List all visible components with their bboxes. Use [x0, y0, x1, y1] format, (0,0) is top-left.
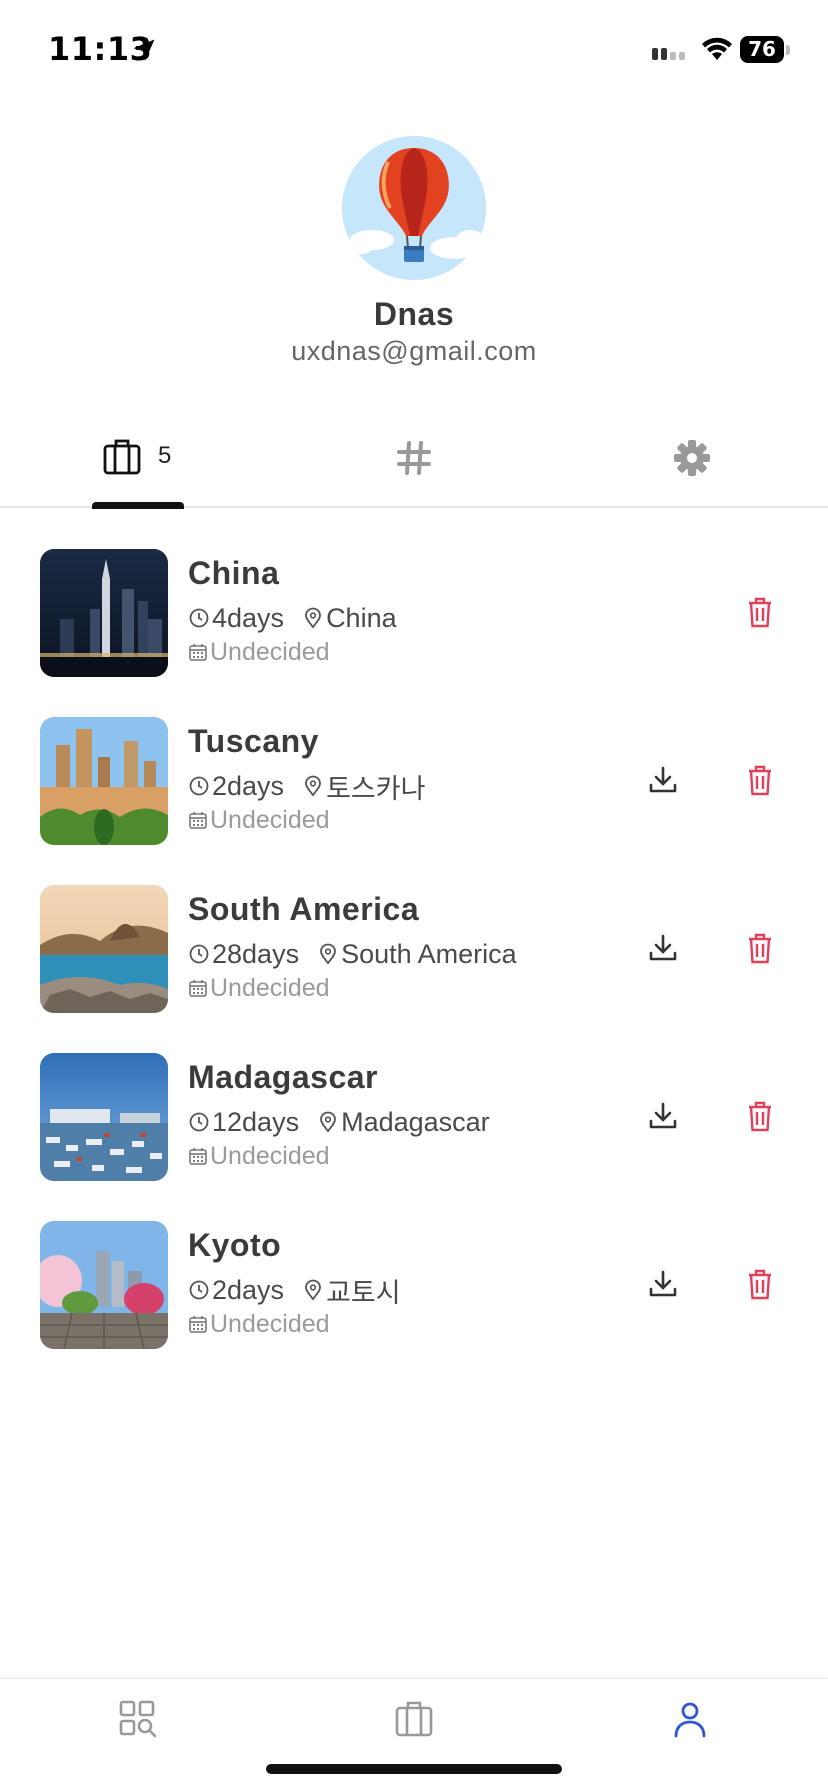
explore-grid-icon[interactable]	[118, 1699, 158, 1739]
trip-location: 교토시	[326, 1277, 401, 1308]
trip-thumbnail	[40, 717, 168, 845]
location-pin-icon	[320, 943, 336, 965]
battery-cap	[786, 45, 790, 55]
hashtag-icon	[397, 441, 431, 475]
location-pin-icon	[305, 1279, 321, 1301]
location-arrow-icon	[133, 39, 155, 61]
download-icon[interactable]	[648, 765, 678, 795]
kyoto-blossom-image	[40, 1221, 168, 1349]
home-indicator	[266, 1764, 562, 1774]
trip-title: Tuscany	[188, 723, 319, 759]
trip-meta: 4days China	[188, 603, 397, 633]
delete-trash-icon[interactable]	[746, 931, 774, 965]
trip-date-label: Undecided	[210, 805, 330, 834]
delete-trash-icon[interactable]	[746, 763, 774, 797]
calendar-icon	[189, 812, 207, 829]
suitcase-icon[interactable]	[394, 1699, 434, 1739]
tab-trips[interactable]: 5	[92, 420, 184, 509]
wifi-icon	[702, 37, 732, 60]
trip-location: Madagascar	[341, 1106, 490, 1137]
clock-icon	[189, 1280, 209, 1300]
trip-duration: 2days	[212, 1274, 285, 1305]
battery-indicator: 76	[740, 36, 790, 63]
tab-tags[interactable]	[390, 420, 438, 508]
bottom-nav	[0, 1678, 828, 1792]
trip-thumbnail	[40, 1221, 168, 1349]
cellular-signal-icon	[652, 48, 685, 60]
trip-item-kyoto[interactable]: Kyoto 2days 교토시 Undecided	[0, 1221, 828, 1351]
trip-date-label: Undecided	[210, 973, 330, 1002]
calendar-icon	[189, 1316, 207, 1333]
trip-date: Undecided	[188, 805, 330, 835]
clock-icon	[189, 1112, 209, 1132]
trip-title: China	[188, 555, 280, 591]
trip-duration: 12days	[212, 1106, 300, 1137]
trip-meta: 28days South America	[188, 939, 517, 969]
gear-icon	[674, 440, 710, 476]
city-night-image	[40, 549, 168, 677]
trip-thumbnail	[40, 1053, 168, 1181]
harbor-image	[40, 1053, 168, 1181]
trip-item-south-america[interactable]: South America 28days South America Undec…	[0, 885, 828, 1015]
trip-date: Undecided	[188, 1309, 330, 1339]
location-pin-icon	[305, 607, 321, 629]
location-pin-icon	[305, 775, 321, 797]
trip-date: Undecided	[188, 637, 330, 667]
trip-location: China	[326, 602, 397, 633]
trip-date: Undecided	[188, 973, 330, 1003]
delete-trash-icon[interactable]	[746, 595, 774, 629]
profile-email: uxdnas@gmail.com	[291, 336, 537, 366]
trip-meta: 12days Madagascar	[188, 1107, 490, 1137]
trip-title: Madagascar	[188, 1059, 378, 1095]
location-pin-icon	[320, 1111, 336, 1133]
trip-duration: 4days	[212, 602, 285, 633]
trip-item-china[interactable]: China 4days China Undecided	[0, 549, 828, 679]
calendar-icon	[189, 1148, 207, 1165]
trip-count: 5	[158, 442, 172, 469]
calendar-icon	[189, 644, 207, 661]
trip-meta: 2days 토스카나	[188, 770, 425, 804]
trip-thumbnail	[40, 549, 168, 677]
delete-trash-icon[interactable]	[746, 1099, 774, 1133]
tuscany-towers-image	[40, 717, 168, 845]
calendar-icon	[189, 980, 207, 997]
profile-name: Dnas	[373, 296, 455, 332]
download-icon[interactable]	[648, 1269, 678, 1299]
download-icon[interactable]	[648, 933, 678, 963]
trip-title: Kyoto	[188, 1227, 282, 1263]
clock-icon	[189, 944, 209, 964]
trip-date-label: Undecided	[210, 637, 330, 666]
trip-duration: 28days	[212, 938, 300, 969]
active-tab-indicator	[92, 502, 184, 509]
clock-icon	[189, 776, 209, 796]
rio-bay-image	[40, 885, 168, 1013]
trip-location: South America	[341, 938, 517, 969]
hot-air-balloon-icon	[342, 136, 486, 280]
trip-item-tuscany[interactable]: Tuscany 2days 토스카나 Undecided	[0, 717, 828, 847]
delete-trash-icon[interactable]	[746, 1267, 774, 1301]
trip-date-label: Undecided	[210, 1141, 330, 1170]
battery-level: 76	[748, 37, 776, 61]
profile-tabs: 5	[0, 420, 828, 509]
trip-thumbnail	[40, 885, 168, 1013]
trip-date: Undecided	[188, 1141, 330, 1171]
download-icon[interactable]	[648, 1101, 678, 1131]
clock-icon	[189, 608, 209, 628]
suitcase-icon	[103, 439, 141, 475]
trip-meta: 2days 교토시	[188, 1274, 401, 1308]
trip-date-label: Undecided	[210, 1309, 330, 1338]
trip-location: 토스카나	[326, 773, 426, 804]
avatar[interactable]	[342, 136, 486, 280]
tab-settings[interactable]	[668, 420, 716, 508]
trip-item-madagascar[interactable]: Madagascar 12days Madagascar Undecided	[0, 1053, 828, 1183]
trip-title: South America	[188, 891, 420, 927]
status-bar: 11:13 76	[0, 0, 828, 100]
person-icon[interactable]	[670, 1699, 710, 1739]
trip-duration: 2days	[212, 770, 285, 801]
